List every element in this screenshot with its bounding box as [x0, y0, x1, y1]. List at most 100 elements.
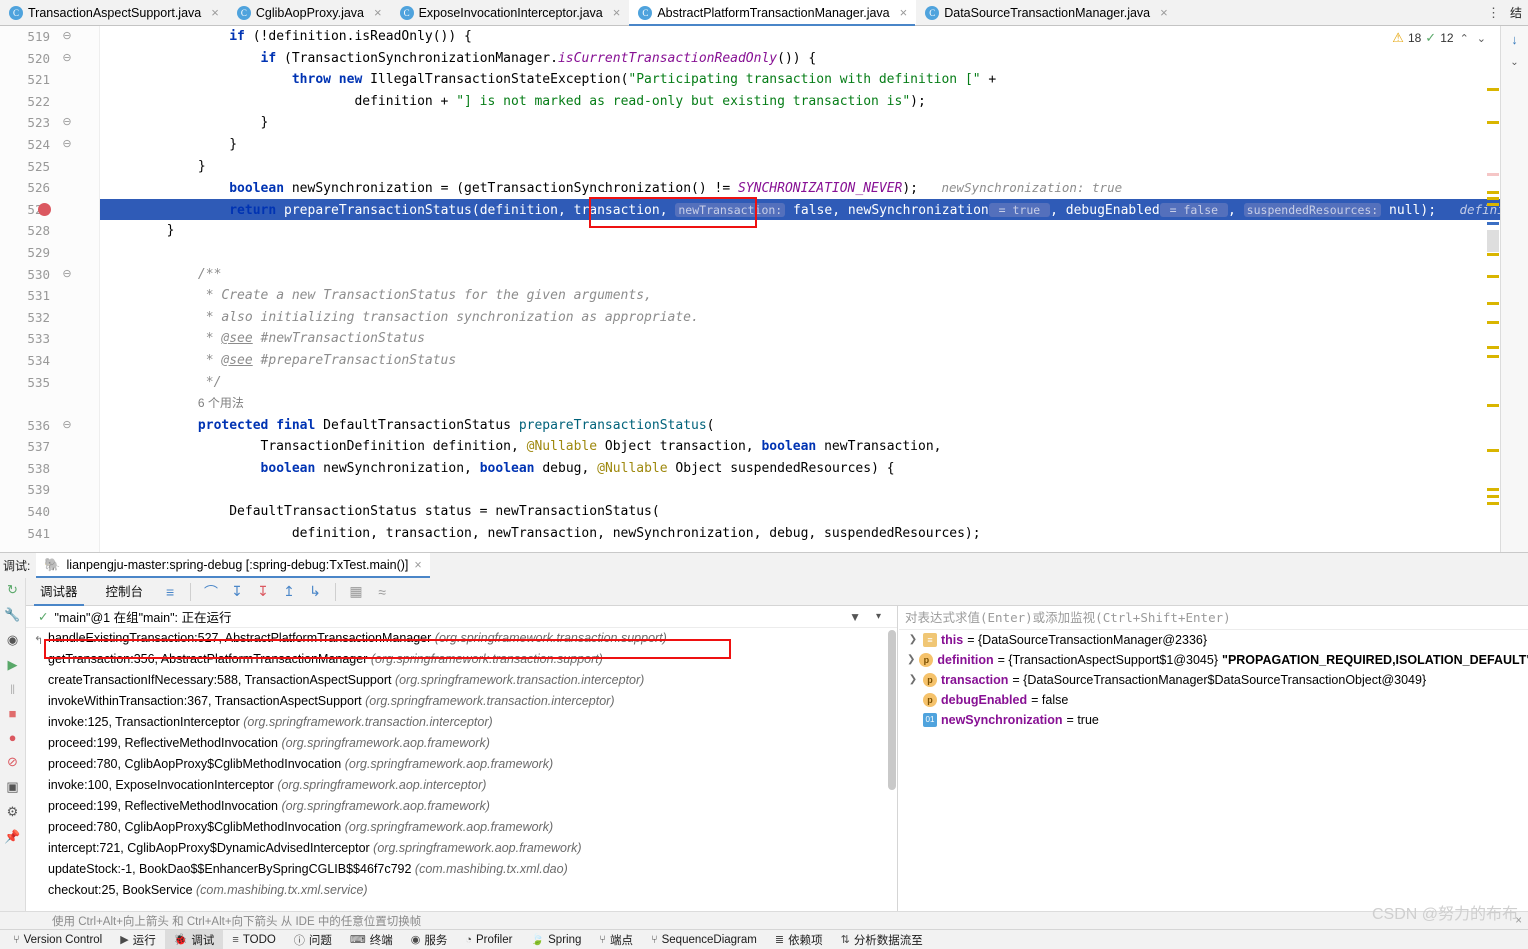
expand-chevron-icon[interactable]: ❯ [907, 670, 919, 690]
evaluate-expression-icon[interactable]: ▦ [343, 583, 369, 600]
stop-icon[interactable]: ■ [9, 706, 17, 721]
stack-frame-row[interactable]: proceed:780, CglibAopProxy$CglibMethodIn… [26, 754, 897, 775]
status-bar-item[interactable]: ⑂ SequenceDiagram [642, 930, 766, 949]
breakpoints-icon[interactable]: ● [9, 730, 17, 745]
frames-list[interactable]: ↰ handleExistingTransaction:527, Abstract… [26, 628, 897, 901]
code-editor[interactable]: 5195205215225235245255265275285295305315… [0, 26, 1528, 552]
pause-icon[interactable]: ‖ [10, 682, 15, 697]
close-icon[interactable]: × [414, 558, 421, 572]
status-bar-item[interactable]: ◉ 服务 [402, 930, 457, 949]
status-bar-item[interactable]: ⑂ Version Control [4, 930, 111, 949]
status-bar-item[interactable]: ⓘ 问题 [285, 930, 341, 949]
debug-toolbar[interactable]: 调试器 控制台 ≡ ⌒ ↧ ↧ ↥ ↳ ▦ ≈ [0, 578, 1528, 606]
editor-gutter[interactable]: 5195205215225235245255265275285295305315… [0, 26, 100, 552]
stack-frame-row[interactable]: getTransaction:356, AbstractPlatformTran… [26, 649, 897, 670]
debug-side-rail[interactable]: ↻ 🔧 ◉ ▶ ‖ ■ ● ⊘ ▣ ⚙ 📌 [0, 578, 26, 923]
expand-chevron-icon[interactable]: ❯ [907, 630, 919, 650]
prev-problem-icon[interactable]: ⌃ [1458, 32, 1471, 45]
tab-debugger[interactable]: 调试器 [26, 578, 92, 606]
status-bar-item[interactable]: ⑂ 端点 [590, 930, 642, 949]
thread-selector[interactable]: ✓ "main"@1 在组"main": 正在运行 ▼︎ ▾ [26, 606, 897, 628]
stack-frame-row[interactable]: ↰ handleExistingTransaction:527, Abstract… [26, 628, 897, 649]
mute-breakpoints-icon[interactable]: ⊘ [7, 754, 18, 770]
close-icon[interactable]: × [211, 6, 219, 19]
scroll-sync-icon[interactable]: ↓ [1501, 26, 1528, 47]
status-bar-item[interactable]: ◔ Profiler [456, 930, 521, 949]
fold-marker-icon[interactable]: ⊖ [58, 264, 76, 286]
stack-frame-row[interactable]: createTransactionIfNecessary:588, Transa… [26, 670, 897, 691]
expand-chevron-icon[interactable]: ❯ [907, 650, 915, 670]
tab-overflow-menu-icon[interactable]: ⋮ [1481, 6, 1506, 19]
close-icon[interactable]: × [1515, 915, 1528, 927]
variable-row[interactable]: ❯ p definition = {TransactionAspectSupport… [899, 650, 1528, 670]
editor-tab[interactable]: C TransactionAspectSupport.java × [0, 0, 228, 25]
stack-frame-row[interactable]: invoke:125, TransactionInterceptor (org.… [26, 712, 897, 733]
close-icon[interactable]: × [1160, 6, 1168, 19]
status-bar-item[interactable]: ▶ 运行 [111, 930, 164, 949]
variable-row[interactable]: ❯ ≡ this = {DataSourceTransactionManager@2… [899, 630, 1528, 650]
fold-marker-icon[interactable]: ⊖ [58, 112, 76, 134]
stack-frame-row[interactable]: proceed:199, ReflectiveMethodInvocation … [26, 796, 897, 817]
editor-tab[interactable]: C ExposeInvocationInterceptor.java × [391, 0, 630, 25]
close-icon[interactable]: × [374, 6, 382, 19]
status-bar-item[interactable]: 🐞 调试 [164, 929, 224, 949]
status-bar-item[interactable]: 🍃 Spring [521, 930, 590, 949]
resume-icon[interactable]: ▶ [8, 657, 18, 673]
fold-marker-icon[interactable]: ⊖ [58, 26, 76, 48]
frames-scrollbar[interactable] [888, 630, 896, 790]
tab-console[interactable]: 控制台 [92, 578, 158, 606]
gear-icon[interactable]: ⚙ [7, 804, 19, 820]
force-step-into-icon[interactable]: ↧ [250, 583, 276, 600]
frames-panel[interactable]: ✓ "main"@1 在组"main": 正在运行 ▼︎ ▾ ↰ handleEx… [26, 606, 898, 911]
breakpoint-icon[interactable] [38, 202, 51, 216]
code-lines[interactable]: if (!definition.isReadOnly()) { if (Tran… [100, 26, 1528, 552]
editor-right-strip[interactable]: ↓ ⌄ [1500, 26, 1528, 552]
editor-tab[interactable]: C CglibAopProxy.java × [228, 0, 391, 25]
fold-marker-column[interactable]: ⊖ ⊖ ⊖ ⊖ ⊖ ⊖ [58, 26, 76, 544]
status-bar[interactable]: ⑂ Version Control ▶ 运行 🐞 调试 ≡ TODO ⓘ 问题 ⌨ 终端 ◉ 服务 ◔ Pro… [0, 929, 1528, 949]
status-bar-item[interactable]: ≣ 依赖项 [766, 930, 832, 949]
step-out-icon[interactable]: ↥ [276, 583, 302, 600]
stack-frame-row[interactable]: proceed:780, CglibAopProxy$CglibMethodIn… [26, 817, 897, 838]
editor-marker-rail[interactable] [1486, 26, 1500, 552]
stack-frame-row[interactable]: intercept:721, CglibAopProxy$DynamicAdvi… [26, 838, 897, 859]
close-icon[interactable]: × [900, 6, 908, 19]
camera-icon[interactable]: ▣ [6, 779, 18, 795]
evaluate-expression-input[interactable]: 对表达式求值(Enter)或添加监视(Ctrl+Shift+Enter) [899, 606, 1528, 630]
eye-icon[interactable]: ◉ [7, 632, 18, 648]
variables-list[interactable]: ❯ ≡ this = {DataSourceTransactionManager@2… [899, 630, 1528, 730]
stack-frame-row[interactable]: invoke:100, ExposeInvocationInterceptor … [26, 775, 897, 796]
variable-row[interactable]: p debugEnabled = false [899, 690, 1528, 710]
layout-icon[interactable]: ≡ [157, 584, 183, 600]
run-configuration-tab[interactable]: 🐘 lianpengju-master:spring-debug [:sprin… [36, 553, 430, 578]
status-bar-item[interactable]: ≡ TODO [223, 930, 284, 949]
run-to-cursor-icon[interactable]: ↳ [302, 583, 328, 600]
collapse-icon[interactable]: ⌄ [1501, 47, 1528, 68]
fold-marker-icon[interactable]: ⊖ [58, 134, 76, 156]
stack-frame-row[interactable]: updateStock:-1, BookDao$$EnhancerBySprin… [26, 859, 897, 880]
inspection-widget[interactable]: ⚠ 18 ✓ 12 ⌃ ⌄ [1392, 30, 1488, 46]
editor-tab[interactable]: C DataSourceTransactionManager.java × [916, 0, 1177, 25]
fold-marker-icon[interactable]: ⊖ [58, 415, 76, 437]
editor-tab[interactable]: C AbstractPlatformTransactionManager.java… [629, 0, 917, 26]
rerun-icon[interactable]: ↻ [7, 582, 18, 598]
step-into-icon[interactable]: ↧ [224, 583, 250, 600]
filter-icon[interactable]: ▼︎ [849, 610, 861, 624]
variable-row[interactable]: 01 newSynchronization = true [899, 710, 1528, 730]
stack-frame-row[interactable]: checkout:25, BookService (com.mashibing.… [26, 880, 897, 901]
services-icon: ◉ [410, 934, 421, 946]
wrench-icon[interactable]: 🔧 [4, 607, 20, 623]
pin-icon[interactable]: 📌 [4, 829, 20, 845]
close-icon[interactable]: × [613, 6, 621, 19]
variable-row[interactable]: ❯ p transaction = {DataSourceTransactionMa… [899, 670, 1528, 690]
chevron-down-icon[interactable]: ▾ [876, 611, 881, 622]
step-over-icon[interactable]: ⌒ [198, 582, 224, 602]
variables-panel[interactable]: 对表达式求值(Enter)或添加监视(Ctrl+Shift+Enter) ❯ ≡ t… [899, 606, 1528, 911]
next-problem-icon[interactable]: ⌄ [1475, 32, 1488, 45]
settings-icon[interactable]: ≈ [369, 584, 395, 600]
stack-frame-row[interactable]: proceed:199, ReflectiveMethodInvocation … [26, 733, 897, 754]
stack-frame-row[interactable]: invokeWithinTransaction:367, Transaction… [26, 691, 897, 712]
status-bar-item[interactable]: ⇅ 分析数据流至 [832, 930, 932, 949]
status-bar-item[interactable]: ⌨ 终端 [341, 930, 402, 949]
fold-marker-icon[interactable]: ⊖ [58, 48, 76, 70]
